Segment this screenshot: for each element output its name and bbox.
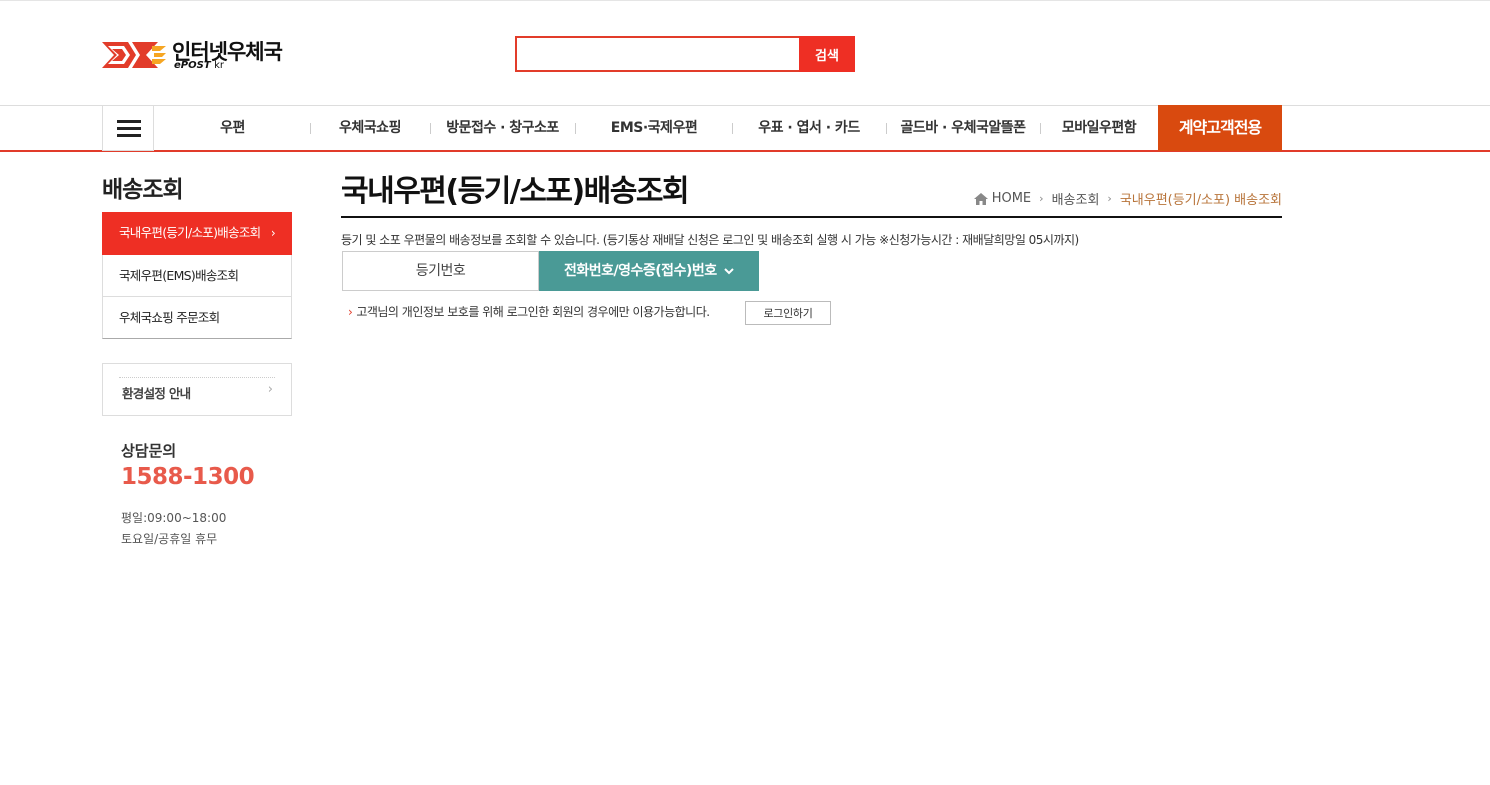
login-button[interactable]: 로그인하기 xyxy=(745,301,831,325)
epost-logo[interactable]: 인터넷우체국 ePOST kr xyxy=(102,36,292,76)
counsel-phone: 1588-1300 xyxy=(121,464,255,490)
hamburger-menu-button[interactable] xyxy=(102,105,154,151)
nav-item-ems[interactable]: EMS·국제우편 xyxy=(580,106,728,150)
nav-item-mobile-mailbox[interactable]: 모바일우편함 xyxy=(1045,106,1153,150)
nav-item-goldbar-phone[interactable]: 골드바 · 우체국알뜰폰 xyxy=(890,106,1036,150)
breadcrumb-tracking[interactable]: 배송조회 xyxy=(1052,189,1100,208)
logo-subtitle: ePOST kr xyxy=(174,60,224,71)
page-description: 등기 및 소포 우편물의 배송정보를 조회할 수 있습니다. (등기통상 재배달… xyxy=(341,233,1079,247)
sidebar-item-domestic-tracking[interactable]: 국내우편(등기/소포)배송조회 › xyxy=(102,212,292,255)
hamburger-icon-bar xyxy=(117,127,141,130)
tab-registered-number[interactable]: 등기번호 xyxy=(342,251,539,291)
nav-item-visit-parcel[interactable]: 방문접수 · 창구소포 xyxy=(435,106,570,150)
nav-item-mail[interactable]: 우편 xyxy=(160,106,305,150)
counsel-hours-weekend: 토요일/공휴일 휴무 xyxy=(121,532,218,546)
search-input[interactable] xyxy=(515,36,799,72)
main-nav: 우편 우체국쇼핑 방문접수 · 창구소포 EMS·국제우편 우표 · 엽서 · … xyxy=(0,105,1490,152)
page-title: 국내우편(등기/소포)배송조회 xyxy=(341,174,690,209)
logo-sub-brand: ePOST xyxy=(174,60,211,71)
sidebar-item-ems-tracking[interactable]: 국제우편(EMS)배송조회 xyxy=(102,255,292,297)
sidebar-menu: 국내우편(등기/소포)배송조회 › 국제우편(EMS)배송조회 우체국쇼핑 주문… xyxy=(102,212,292,339)
nav-divider xyxy=(1040,123,1041,134)
env-settings-link[interactable]: 환경설정 안내 › xyxy=(102,363,292,416)
search-button[interactable]: 검색 xyxy=(799,36,855,72)
sidebar-item-label: 국내우편(등기/소포)배송조회 xyxy=(119,225,261,240)
sidebar-item-shopping-order[interactable]: 우체국쇼핑 주문조회 xyxy=(102,297,292,339)
breadcrumb: HOME › 배송조회 › 국내우편(등기/소포) 배송조회 xyxy=(973,189,1282,208)
chevron-right-icon: › xyxy=(1039,192,1044,205)
nav-item-shopping[interactable]: 우체국쇼핑 xyxy=(315,106,425,150)
tab-label: 전화번호/영수증(접수)번호 xyxy=(564,263,717,279)
contract-customer-button[interactable]: 계약고객전용 xyxy=(1158,105,1282,151)
top-border xyxy=(0,0,1490,1)
logo-sub-domain: kr xyxy=(214,60,225,71)
hamburger-icon-bar xyxy=(117,134,141,137)
nav-divider xyxy=(886,123,887,134)
sidebar-item-label: 국제우편(EMS)배송조회 xyxy=(119,268,239,283)
login-notice: › 고객님의 개인정보 보호를 위해 로그인한 회원의 경우에만 이용가능합니다. xyxy=(348,303,710,320)
nav-divider xyxy=(575,123,576,134)
bullet-arrow-icon: › xyxy=(348,305,353,319)
counsel-title: 상담문의 xyxy=(121,442,177,460)
chevron-down-icon xyxy=(724,267,734,274)
nav-divider xyxy=(430,123,431,134)
epost-logo-icon xyxy=(102,42,166,68)
sidebar-item-label: 우체국쇼핑 주문조회 xyxy=(119,310,220,325)
breadcrumb-home[interactable]: HOME xyxy=(992,191,1031,206)
counsel-hours-weekday: 평일:09:00~18:00 xyxy=(121,511,227,525)
nav-divider xyxy=(732,123,733,134)
breadcrumb-current: 국내우편(등기/소포) 배송조회 xyxy=(1119,193,1282,208)
home-icon xyxy=(973,192,988,205)
sidebar-title: 배송조회 xyxy=(102,177,184,203)
chevron-right-icon: › xyxy=(1107,192,1112,205)
tab-phone-receipt-number[interactable]: 전화번호/영수증(접수)번호 xyxy=(539,251,759,291)
nav-divider xyxy=(310,123,311,134)
dotted-divider xyxy=(119,377,275,378)
search-bar: 검색 xyxy=(515,36,855,72)
hamburger-icon-bar xyxy=(117,120,141,123)
env-settings-label: 환경설정 안내 xyxy=(122,386,191,401)
title-divider xyxy=(341,216,1282,218)
nav-item-stamp-card[interactable]: 우표 · 엽서 · 카드 xyxy=(740,106,878,150)
chevron-right-icon: › xyxy=(267,382,273,397)
login-notice-text: 고객님의 개인정보 보호를 위해 로그인한 회원의 경우에만 이용가능합니다. xyxy=(356,305,710,319)
chevron-right-icon: › xyxy=(270,226,276,240)
